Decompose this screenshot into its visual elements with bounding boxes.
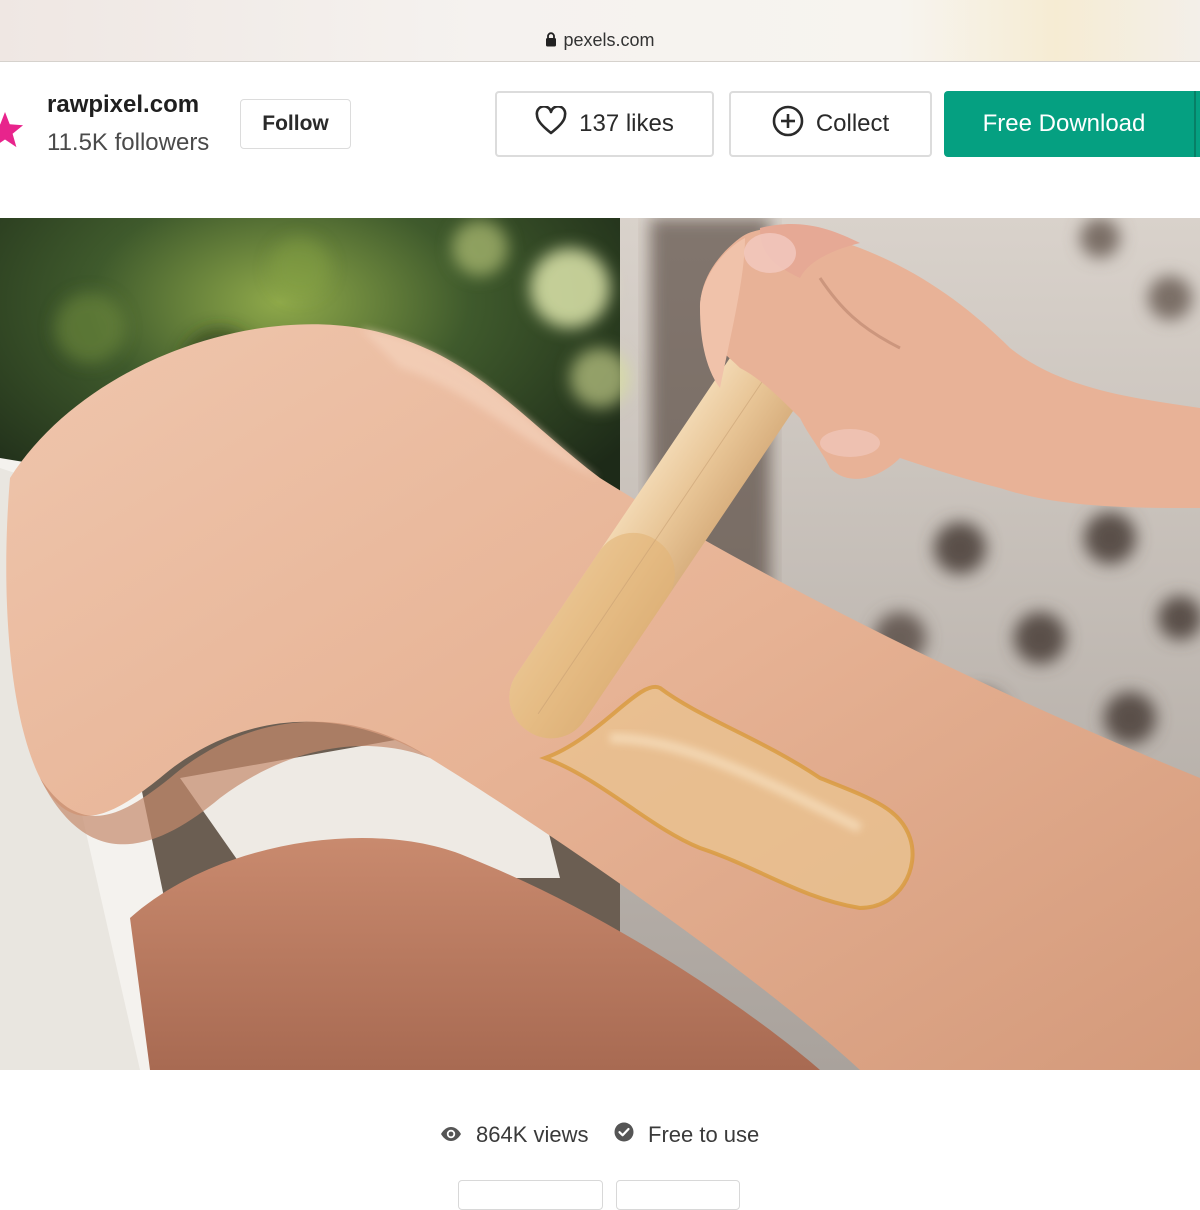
heart-icon [535, 104, 579, 143]
lock-icon [545, 31, 557, 52]
check-circle-icon [614, 1122, 648, 1148]
url-display[interactable]: pexels.com [0, 30, 1200, 52]
like-count-label: 137 likes [579, 110, 674, 137]
photo-header: rawpixel.com 11.5K followers Follow 137 … [0, 63, 1200, 218]
more-info-button[interactable] [458, 1180, 603, 1210]
photo-illustration [0, 218, 1200, 1070]
views-label: 864K views [476, 1122, 589, 1147]
license-label: Free to use [648, 1122, 760, 1147]
license-stat[interactable]: Free to use [614, 1122, 759, 1148]
collect-label: Collect [815, 110, 890, 137]
main-photo[interactable] [0, 218, 1200, 1070]
url-text: pexels.com [563, 30, 655, 50]
collect-button[interactable]: Collect [729, 91, 932, 157]
views-stat: 864K views [440, 1122, 589, 1148]
follow-button[interactable]: Follow [240, 99, 351, 149]
eye-icon [440, 1122, 476, 1148]
avatar[interactable] [0, 110, 24, 155]
browser-url-bar[interactable]: pexels.com [0, 0, 1200, 62]
plus-circle-icon [772, 105, 816, 144]
free-download-button[interactable]: Free Download [944, 91, 1194, 157]
share-button[interactable] [616, 1180, 740, 1210]
author-name[interactable]: rawpixel.com [47, 91, 199, 119]
like-button[interactable]: 137 likes [495, 91, 714, 157]
author-followers: 11.5K followers [47, 129, 210, 156]
star-icon [0, 111, 24, 154]
photo-stats: 864K views Free to use [0, 1070, 1200, 1210]
download-options-button[interactable] [1194, 91, 1200, 157]
